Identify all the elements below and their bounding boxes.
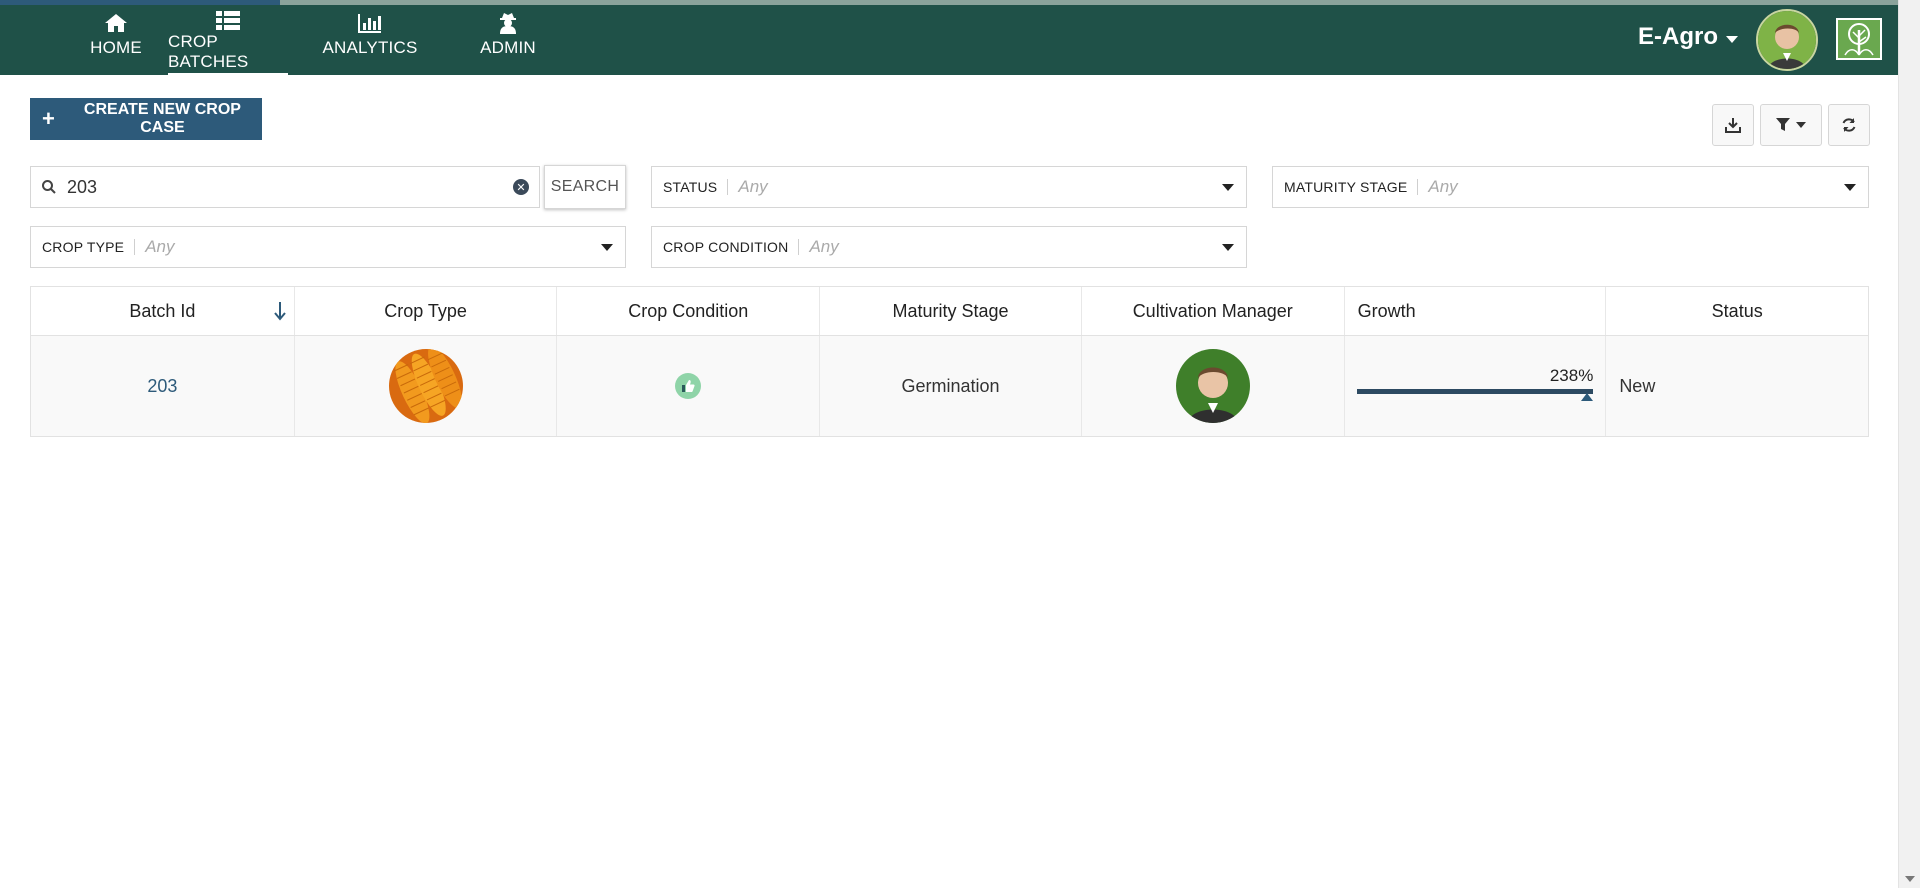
table-row[interactable]: 203 Germination 238% New xyxy=(31,336,1868,436)
bar-chart-icon xyxy=(358,10,382,36)
create-crop-case-button[interactable]: + CREATE NEW CROP CASE xyxy=(30,98,262,140)
search-icon xyxy=(42,180,56,194)
filter-menu-button[interactable] xyxy=(1760,104,1822,146)
growth-bar xyxy=(1356,389,1594,394)
column-header-crop-condition[interactable]: Crop Condition xyxy=(557,287,821,335)
chevron-down-icon xyxy=(1222,243,1234,251)
chevron-down-icon xyxy=(1222,183,1234,191)
column-header-maturity-stage[interactable]: Maturity Stage xyxy=(820,287,1082,335)
crop-condition-filter[interactable]: CROP CONDITION Any xyxy=(651,226,1247,268)
crop-type-filter[interactable]: CROP TYPE Any xyxy=(30,226,626,268)
column-header-batch-id[interactable]: Batch Id xyxy=(31,287,295,335)
column-header-label: Status xyxy=(1711,300,1763,321)
search-button[interactable]: SEARCH xyxy=(544,165,626,209)
nav-crop-batches-label: CROP BATCHES xyxy=(168,32,288,75)
filter-icon xyxy=(1776,118,1790,131)
manager-avatar xyxy=(1175,349,1250,423)
app-logo xyxy=(1836,18,1882,60)
avatar[interactable] xyxy=(1756,9,1818,71)
brand-name: E-Agro xyxy=(1638,23,1718,50)
chevron-down-icon xyxy=(1726,35,1738,43)
crop-type-cell xyxy=(295,336,558,436)
refresh-button[interactable] xyxy=(1828,104,1870,146)
batch-id-cell[interactable]: 203 xyxy=(31,336,295,436)
tree-logo-icon xyxy=(1844,23,1874,56)
column-header-cultivation-manager[interactable]: Cultivation Manager xyxy=(1082,287,1345,335)
maturity-stage-cell: Germination xyxy=(820,336,1082,436)
growth-target-marker xyxy=(1581,393,1594,401)
maturity-stage-filter-value: Any xyxy=(1428,177,1458,196)
growth-value: 238% xyxy=(1549,366,1594,385)
search-field[interactable]: 203 ✕ xyxy=(30,166,540,208)
download-icon xyxy=(1725,118,1741,133)
nav-crop-batches[interactable]: CROP BATCHES xyxy=(168,10,288,75)
user-secret-icon xyxy=(497,10,519,36)
nav-admin-label: ADMIN xyxy=(480,38,536,57)
maturity-stage-filter[interactable]: MATURITY STAGE Any xyxy=(1272,166,1869,208)
chevron-down-icon xyxy=(1796,122,1806,128)
maturity-stage-filter-label: MATURITY STAGE xyxy=(1284,179,1419,195)
refresh-icon xyxy=(1842,118,1856,132)
maturity-stage-value: Germination xyxy=(901,375,1000,396)
column-header-label: Growth xyxy=(1357,300,1416,321)
crop-type-filter-value: Any xyxy=(145,237,175,256)
thumbs-up-icon xyxy=(675,373,702,399)
table-header: Batch Id Crop Type Crop Condition Maturi… xyxy=(31,287,1868,336)
search-input[interactable]: 203 xyxy=(67,177,513,198)
top-navbar: HOME CROP BATCHES ANALYTICS ADMIN E-Agro xyxy=(0,5,1898,75)
nav-home-label: HOME xyxy=(90,38,142,57)
status-filter-value: Any xyxy=(738,177,768,196)
status-filter-label: STATUS xyxy=(663,179,729,195)
crop-condition-filter-label: CROP CONDITION xyxy=(663,239,800,255)
chevron-down-icon xyxy=(601,243,613,251)
corn-image xyxy=(388,349,463,423)
status-cell: New xyxy=(1606,336,1868,436)
column-header-label: Crop Type xyxy=(384,300,467,321)
export-button[interactable] xyxy=(1712,104,1754,146)
chevron-down-icon xyxy=(1844,183,1856,191)
column-header-label: Batch Id xyxy=(129,300,196,321)
cultivation-manager-cell xyxy=(1082,336,1345,436)
crop-type-filter-label: CROP TYPE xyxy=(42,239,136,255)
vertical-scrollbar[interactable] xyxy=(1898,0,1920,888)
nav-analytics-label: ANALYTICS xyxy=(322,38,418,57)
batch-id-link[interactable]: 203 xyxy=(147,376,177,397)
status-filter[interactable]: STATUS Any xyxy=(651,166,1247,208)
column-header-label: Maturity Stage xyxy=(892,300,1009,321)
crop-condition-cell xyxy=(557,336,821,436)
crop-condition-filter-value: Any xyxy=(809,237,839,256)
column-header-crop-type[interactable]: Crop Type xyxy=(295,287,558,335)
growth-progress: 238% xyxy=(1345,336,1606,436)
scroll-down-icon[interactable] xyxy=(1905,876,1915,882)
column-header-label: Cultivation Manager xyxy=(1132,300,1293,321)
brand-menu[interactable]: E-Agro xyxy=(1638,23,1738,51)
list-icon xyxy=(216,10,240,30)
sort-descending-icon[interactable] xyxy=(273,301,286,321)
create-crop-case-label: CREATE NEW CROP CASE xyxy=(83,101,241,136)
clear-search-icon[interactable]: ✕ xyxy=(513,179,529,195)
column-header-status[interactable]: Status xyxy=(1606,287,1868,335)
growth-cell: 238% xyxy=(1345,336,1607,436)
column-header-growth[interactable]: Growth xyxy=(1345,287,1607,335)
crop-batches-table: Batch Id Crop Type Crop Condition Maturi… xyxy=(30,286,1869,437)
nav-admin[interactable]: ADMIN xyxy=(470,10,546,70)
status-value: New xyxy=(1619,375,1656,396)
nav-home[interactable]: HOME xyxy=(61,10,171,70)
column-header-label: Crop Condition xyxy=(628,300,749,321)
nav-analytics[interactable]: ANALYTICS xyxy=(320,10,420,70)
home-icon xyxy=(104,10,128,36)
plus-icon: + xyxy=(42,106,55,131)
